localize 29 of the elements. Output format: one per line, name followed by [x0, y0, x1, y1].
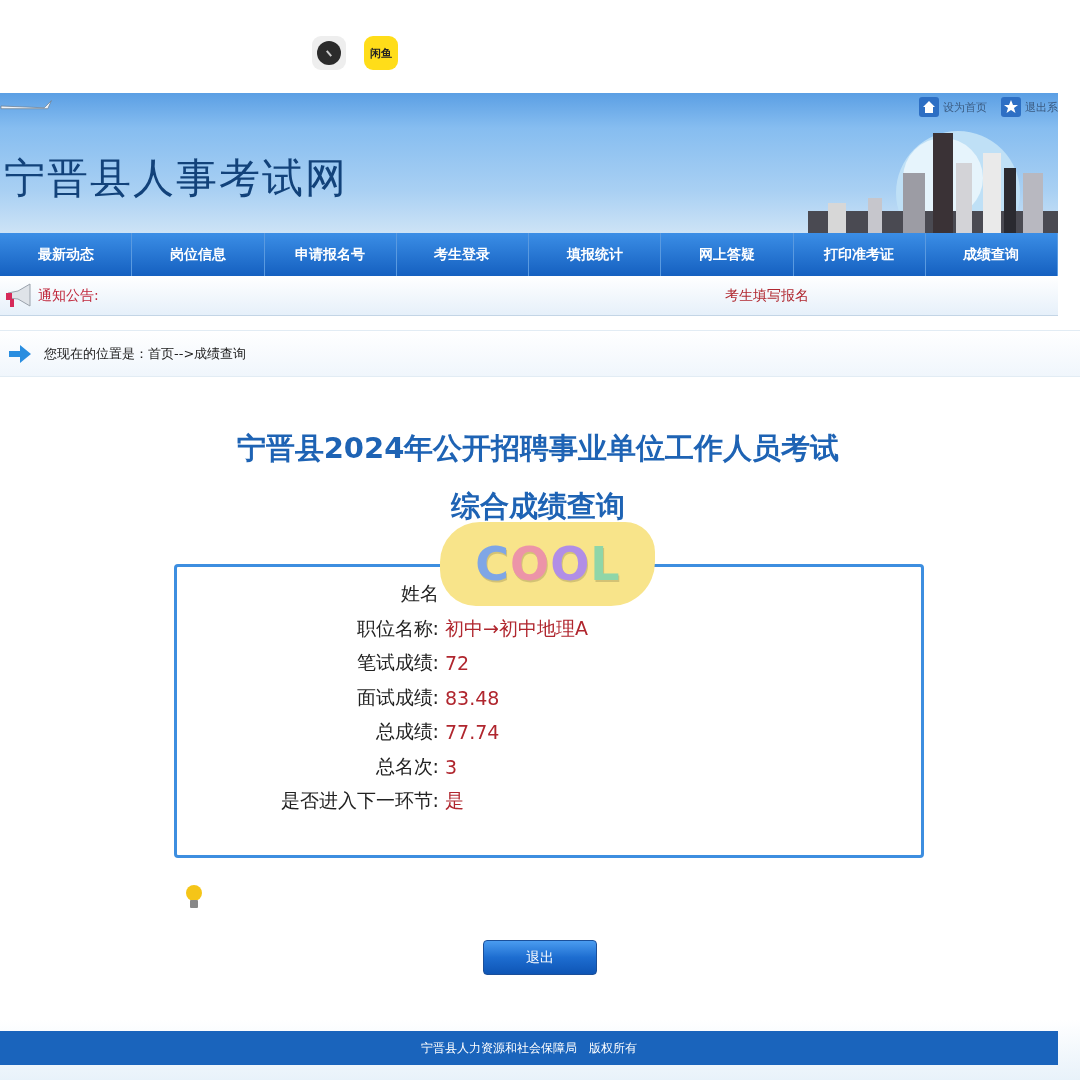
breadcrumb: 您现在的位置是：首页-->成绩查询	[44, 344, 247, 363]
notice-link[interactable]: 考生填写报名	[724, 286, 809, 305]
field-label: 面试成绩:	[355, 684, 439, 710]
header-link[interactable]: 退出系	[1001, 97, 1058, 117]
app-icon[interactable]: 闲鱼	[364, 36, 398, 70]
home-icon	[919, 97, 939, 117]
page-title: 综合成绩查询	[450, 488, 626, 525]
lightbulb-icon	[184, 884, 204, 910]
field-value: 77.74	[445, 721, 500, 744]
exit-button[interactable]: 退出	[483, 940, 597, 975]
dial-app-icon[interactable]	[312, 36, 346, 70]
arrow-icon	[8, 343, 32, 364]
cool-sticker: COOL	[440, 522, 655, 606]
copyright-text: 宁晋县人力资源和社会保障局 版权所有	[421, 1039, 637, 1057]
field-value: 72	[445, 652, 470, 675]
field-value: 83.48	[445, 686, 500, 709]
site-title: 宁晋县人事考试网	[4, 153, 348, 204]
field-value: 初中→初中地理A	[445, 615, 588, 641]
header-link[interactable]: 设为首页	[919, 97, 987, 117]
field-label: 笔试成绩:	[355, 650, 439, 676]
field-label: 总名次:	[374, 753, 439, 779]
field-label: 总成绩:	[374, 719, 439, 745]
field-value: 3	[445, 755, 458, 778]
field-label: 是否进入下一环节:	[279, 788, 439, 814]
page-title: 宁晋县2024年公开招聘事业单位工作人员考试	[235, 430, 841, 467]
notice-label: 通知公告:	[38, 286, 99, 305]
field-label: 姓名	[400, 581, 439, 607]
field-label: 职位名称:	[355, 615, 439, 641]
field-value: 是	[445, 788, 464, 814]
